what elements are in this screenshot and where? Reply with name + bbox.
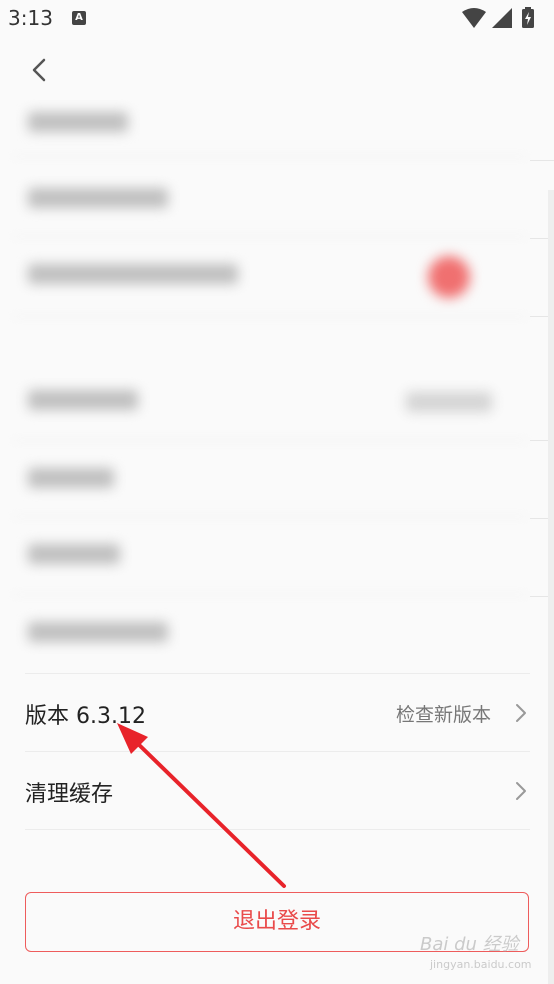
blurred-text [406,392,492,412]
watermark-brand: Bai du 经验 [420,934,519,955]
notification-icon: A [72,11,86,25]
version-label: 版本 6.3.12 [25,704,146,729]
blurred-text [28,622,168,642]
divider [10,516,530,517]
watermark-site: jingyan.baidu.com [430,958,532,971]
check-update-label: 检查新版本 [395,704,491,726]
divider [10,316,530,317]
version-row[interactable]: 版本 6.3.12 检查新版本 [25,674,530,752]
back-chevron-icon [32,58,46,82]
blurred-text [28,544,120,564]
scroll-edge [548,190,554,984]
status-time: 3:13 [8,6,53,30]
divider [10,440,530,441]
status-bar: 3:13 A [0,0,554,40]
blurred-text [28,112,128,132]
clear-cache-row[interactable]: 清理缓存 [25,752,530,830]
blurred-text [28,468,114,488]
wifi-icon [462,8,486,28]
blurred-text [28,188,168,208]
chevron-right-icon [516,782,526,800]
blurred-text [28,390,138,410]
divider [10,236,530,237]
blurred-text [28,264,238,284]
divider [530,160,554,161]
divider [25,829,530,830]
status-icons [460,6,546,30]
divider [10,594,530,595]
chevron-right-icon [516,704,526,722]
clear-cache-label: 清理缓存 [25,782,114,807]
signal-icon [492,8,512,28]
battery-charging-icon [522,7,534,28]
divider [10,156,530,157]
blurred-avatar [428,256,470,298]
blurred-settings-area [10,104,530,658]
back-button[interactable] [22,52,58,88]
